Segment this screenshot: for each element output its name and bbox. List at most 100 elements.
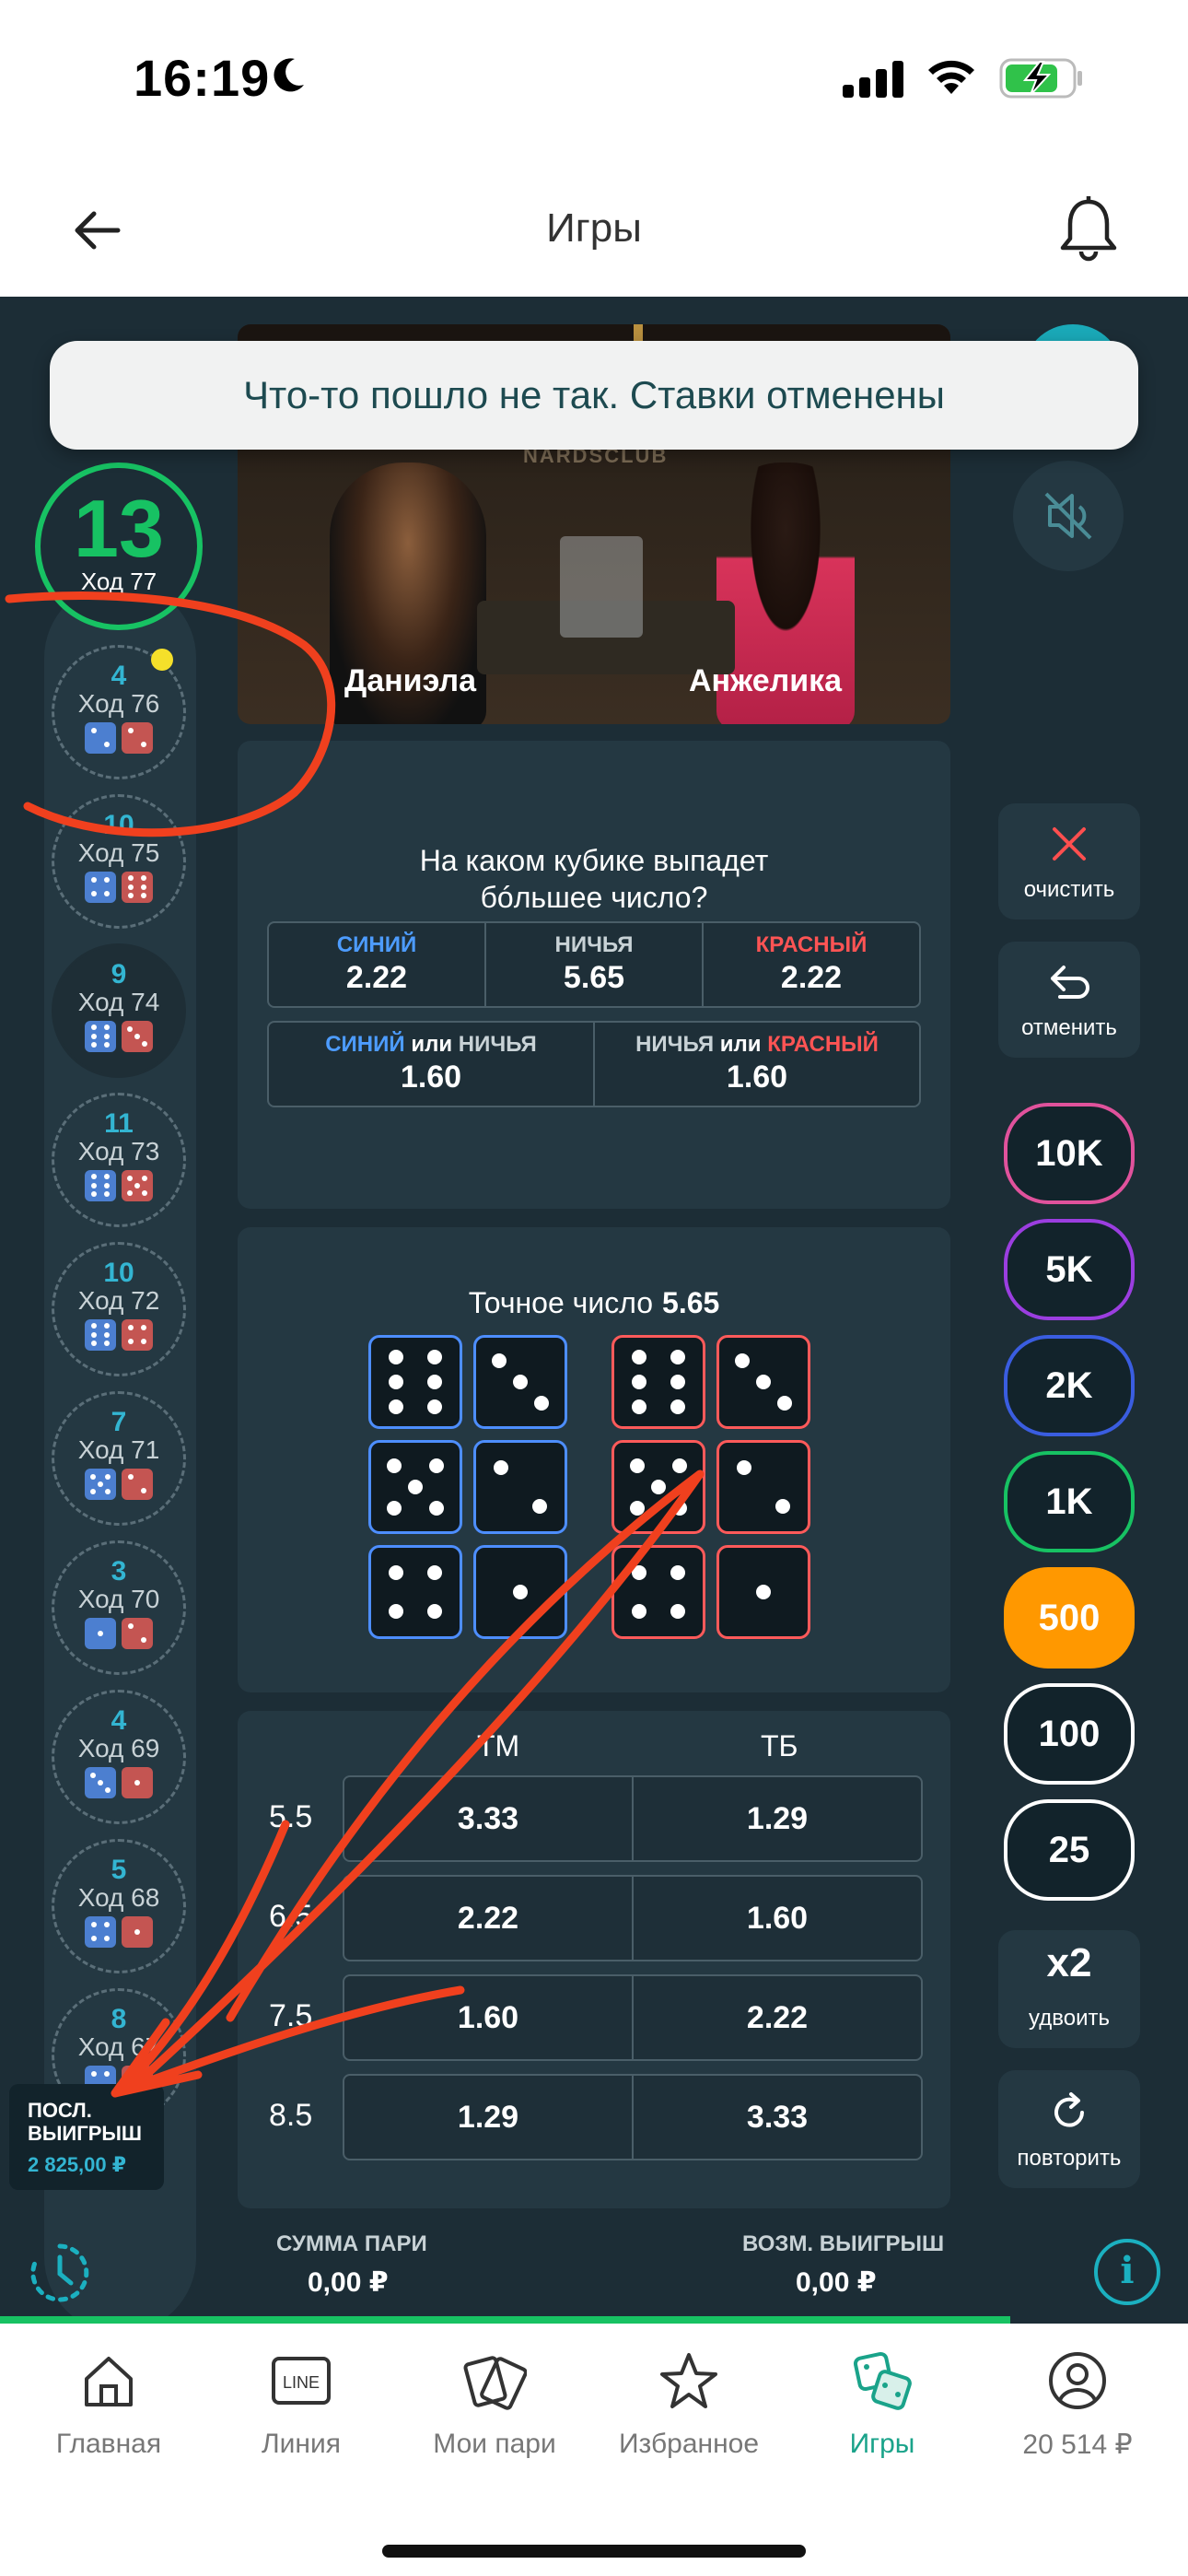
home-icon [17, 2344, 201, 2418]
die-pip [105, 1473, 111, 1480]
die-pip [104, 1042, 111, 1048]
dice-icon [790, 2344, 974, 2418]
die-pip [388, 1604, 403, 1620]
bet-blue-odd: 2.22 [345, 960, 408, 995]
totals-over-odd[interactable]: 1.29 [632, 1775, 923, 1862]
tab-dice[interactable]: Игры [790, 2344, 974, 2460]
die-pip [141, 742, 147, 748]
blue-die-6[interactable] [368, 1335, 462, 1429]
blue-die-2[interactable] [473, 1440, 567, 1534]
tab-tickets[interactable]: Мои пари [402, 2344, 587, 2460]
die-pip [734, 1352, 750, 1368]
blue-die-4[interactable] [368, 1545, 462, 1639]
totals-under-odd[interactable]: 1.60 [343, 1974, 634, 2061]
die-pip [104, 2071, 111, 2078]
totals-under-odd[interactable]: 3.33 [343, 1775, 634, 1862]
red-die-5[interactable] [611, 1440, 705, 1534]
die-pip [134, 1779, 140, 1786]
chip-10k[interactable]: 10K [1004, 1103, 1135, 1204]
history-item[interactable]: 10 Ход 72 [52, 1242, 186, 1376]
page-title: Игры [546, 205, 642, 251]
repeat-label: повторить [1017, 2146, 1122, 2171]
totals-under-odd[interactable]: 1.29 [343, 2074, 634, 2160]
chip-1k[interactable]: 1K [1004, 1451, 1135, 1552]
history-item[interactable]: 3 Ход 70 [52, 1540, 186, 1675]
error-toast[interactable]: Что-то пошло не так. Ставки отменены [50, 341, 1138, 450]
cellular-signal-icon [843, 61, 903, 98]
chip-5k[interactable]: 5K [1004, 1219, 1135, 1320]
red-die-3[interactable] [716, 1335, 810, 1429]
new-result-dot [151, 649, 173, 671]
current-round-label: Ход 77 [80, 568, 157, 595]
die-pip [736, 1459, 751, 1475]
die-pip [134, 1928, 140, 1935]
red-die-mini [122, 1169, 153, 1201]
totals-under-odd[interactable]: 2.22 [343, 1875, 634, 1961]
chip-100[interactable]: 100 [1004, 1683, 1135, 1785]
chip-2k[interactable]: 2K [1004, 1335, 1135, 1436]
die-pip [777, 1396, 793, 1411]
red-die-mini [122, 1766, 153, 1798]
red-die-6[interactable] [611, 1335, 705, 1429]
history-item[interactable]: 7 Ход 71 [52, 1391, 186, 1526]
repeat-button[interactable]: повторить [998, 2070, 1140, 2188]
tab-profile[interactable]: 20 514 ₽ [985, 2344, 1170, 2461]
red-die-2[interactable] [716, 1440, 810, 1534]
history-item[interactable]: 9 Ход 74 [52, 943, 186, 1078]
totals-over-odd[interactable]: 1.60 [632, 1875, 923, 1961]
chip-500[interactable]: 500 [1004, 1567, 1135, 1669]
undo-button[interactable]: отменить [998, 942, 1140, 1058]
die-pip [90, 1033, 97, 1039]
die-pip [90, 891, 97, 897]
die-pip [629, 1458, 645, 1473]
bet-draw-odd: 5.65 [563, 960, 625, 995]
bet-draw[interactable]: НИЧЬЯ 5.65 [484, 921, 704, 1008]
die-pip [104, 1936, 111, 1942]
die-pip [631, 1375, 646, 1389]
totals-over-odd[interactable]: 3.33 [632, 2074, 923, 2160]
tab-bar: Главная LINE Линия Мои пари Избранное Игры 20 … [0, 2325, 1188, 2576]
red-die-mini [122, 1915, 153, 1948]
die-pip [134, 1182, 140, 1188]
blue-die-5[interactable] [368, 1440, 462, 1534]
tab-label: Линия [261, 2429, 341, 2459]
totals-over-odd[interactable]: 2.22 [632, 1974, 923, 2061]
bell-icon[interactable] [1057, 196, 1120, 263]
die-pip [126, 1189, 133, 1196]
blue-die-3[interactable] [473, 1335, 567, 1429]
chip-25[interactable]: 25 [1004, 1799, 1135, 1901]
die-pip [104, 1174, 111, 1180]
history-sum: 5 [111, 1855, 127, 1885]
die-pip [90, 2071, 97, 2078]
history-item[interactable]: 4 Ход 69 [52, 1690, 186, 1824]
history-item[interactable]: 5 Ход 68 [52, 1839, 186, 1973]
double-button[interactable]: x2 удвоить [998, 1930, 1140, 2048]
totals-panel: ТМ ТБ 5.5 3.33 1.29 6.5 2.22 1.60 7.5 1.60 2.22 8… [238, 1711, 950, 2208]
history-sum: 7 [111, 1407, 127, 1437]
clear-button[interactable]: очистить [998, 803, 1140, 919]
bet-draw-or-red[interactable]: НИЧЬЯ или КРАСНЫЙ 1.60 [593, 1021, 921, 1107]
die-pip [141, 2071, 147, 2078]
bet-blue[interactable]: СИНИЙ 2.22 [267, 921, 486, 1008]
die-pip [105, 1786, 111, 1793]
blue-die-1[interactable] [473, 1545, 567, 1639]
history-item[interactable]: 11 Ход 73 [52, 1093, 186, 1227]
bet-draw-or-red-odd: 1.60 [726, 1060, 788, 1095]
bet-blue-or-draw[interactable]: СИНИЙ или НИЧЬЯ 1.60 [267, 1021, 595, 1107]
info-button[interactable]: i [1094, 2239, 1160, 2305]
mute-button[interactable] [1013, 461, 1124, 571]
tab-star[interactable]: Избранное [597, 2344, 781, 2460]
star-icon [597, 2344, 781, 2418]
die-pip [651, 1480, 666, 1494]
red-die-1[interactable] [716, 1545, 810, 1639]
die-pip [90, 877, 97, 884]
red-die-4[interactable] [611, 1545, 705, 1639]
history-round-label: Ход 72 [77, 1286, 160, 1315]
history-sum: 3 [111, 1556, 127, 1587]
history-round-label: Ход 69 [77, 1734, 160, 1762]
history-item[interactable]: 10 Ход 75 [52, 794, 186, 929]
tab-home[interactable]: Главная [17, 2344, 201, 2460]
bet-red[interactable]: КРАСНЫЙ 2.22 [702, 921, 921, 1008]
die-pip [127, 2071, 134, 2078]
tab-line[interactable]: LINE Линия [209, 2344, 393, 2460]
